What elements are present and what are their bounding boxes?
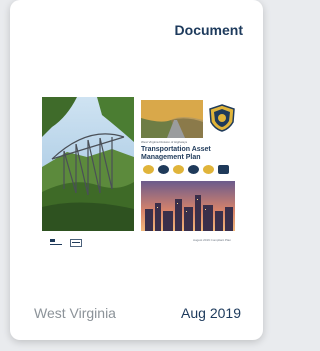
cover-logos [50, 239, 82, 247]
document-thumbnail[interactable]: West Virginia Division of Highways Trans… [42, 97, 235, 257]
wv-dot-seal-icon [209, 104, 235, 132]
city-photo [141, 181, 235, 231]
culvert-icon [158, 165, 169, 174]
agency-line: West Virginia Division of Highways [141, 140, 188, 144]
wall-icon [188, 165, 199, 174]
state-label: West Virginia [34, 305, 116, 321]
pavement-icon [173, 165, 184, 174]
document-type-label: Document [174, 22, 243, 38]
cover-date: August 2019 Compliant Plan [192, 238, 231, 242]
document-card[interactable]: Document West Virginia Division of Highw… [10, 0, 263, 340]
plan-title: Transportation Asset Management Plan [141, 146, 211, 161]
dot-logo-icon [50, 239, 62, 245]
bridge-icon [143, 165, 154, 174]
road-photo [141, 100, 203, 138]
bridge-photo [42, 97, 134, 231]
date-label: Aug 2019 [181, 305, 241, 321]
asset-icon-row [143, 165, 229, 174]
document-icon [218, 165, 229, 174]
sign-icon [203, 165, 214, 174]
fhwa-logo-icon [70, 239, 82, 247]
